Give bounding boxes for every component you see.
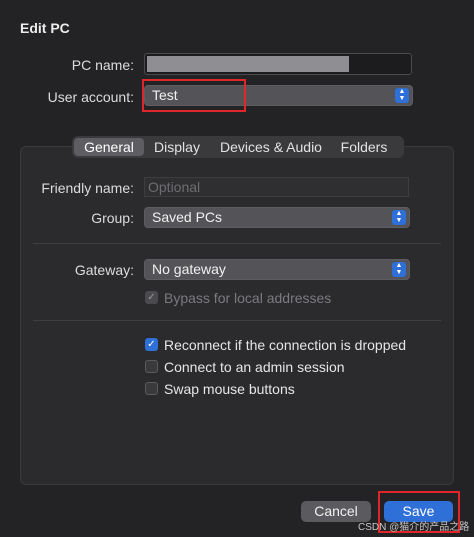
gateway-label: Gateway: [74,262,134,278]
reconnect-label[interactable]: Reconnect if the connection is dropped [164,337,406,353]
gateway-value: No gateway [152,261,226,277]
group-select[interactable]: Saved PCs ▲ ▼ [144,207,410,228]
swap-mouse-label[interactable]: Swap mouse buttons [164,381,295,397]
group-label: Group: [91,210,134,226]
tab-bar: General Display Devices & Audio Folders [72,136,404,158]
user-account-highlight [142,79,246,112]
chevron-updown-icon: ▲ ▼ [392,210,406,225]
tab-general[interactable]: General [74,138,144,156]
tab-display[interactable]: Display [144,138,210,156]
user-account-label: User account: [47,89,134,105]
divider [33,320,441,321]
pc-name-redacted [147,56,349,72]
tab-devices-audio[interactable]: Devices & Audio [210,138,332,156]
dialog-title: Edit PC [20,20,70,36]
divider [33,243,441,244]
admin-session-label[interactable]: Connect to an admin session [164,359,345,375]
admin-session-checkbox[interactable] [145,360,158,373]
bypass-label: Bypass for local addresses [164,290,332,306]
watermark: CSDN @猫介的产品之路 [358,522,470,533]
pc-name-label: PC name: [71,57,134,73]
chevron-updown-icon: ▲ ▼ [392,262,406,277]
bypass-checkbox: ✓ [145,291,158,304]
chevron-updown-icon: ▲ ▼ [395,88,409,103]
pc-name-input[interactable] [144,53,412,75]
reconnect-checkbox[interactable]: ✓ [145,338,158,351]
tab-folders[interactable]: Folders [332,138,396,156]
gateway-select[interactable]: No gateway ▲ ▼ [144,259,410,280]
swap-mouse-checkbox[interactable] [145,382,158,395]
friendly-name-input[interactable]: Optional [144,177,409,197]
group-value: Saved PCs [152,209,223,225]
friendly-name-label: Friendly name: [41,180,134,196]
